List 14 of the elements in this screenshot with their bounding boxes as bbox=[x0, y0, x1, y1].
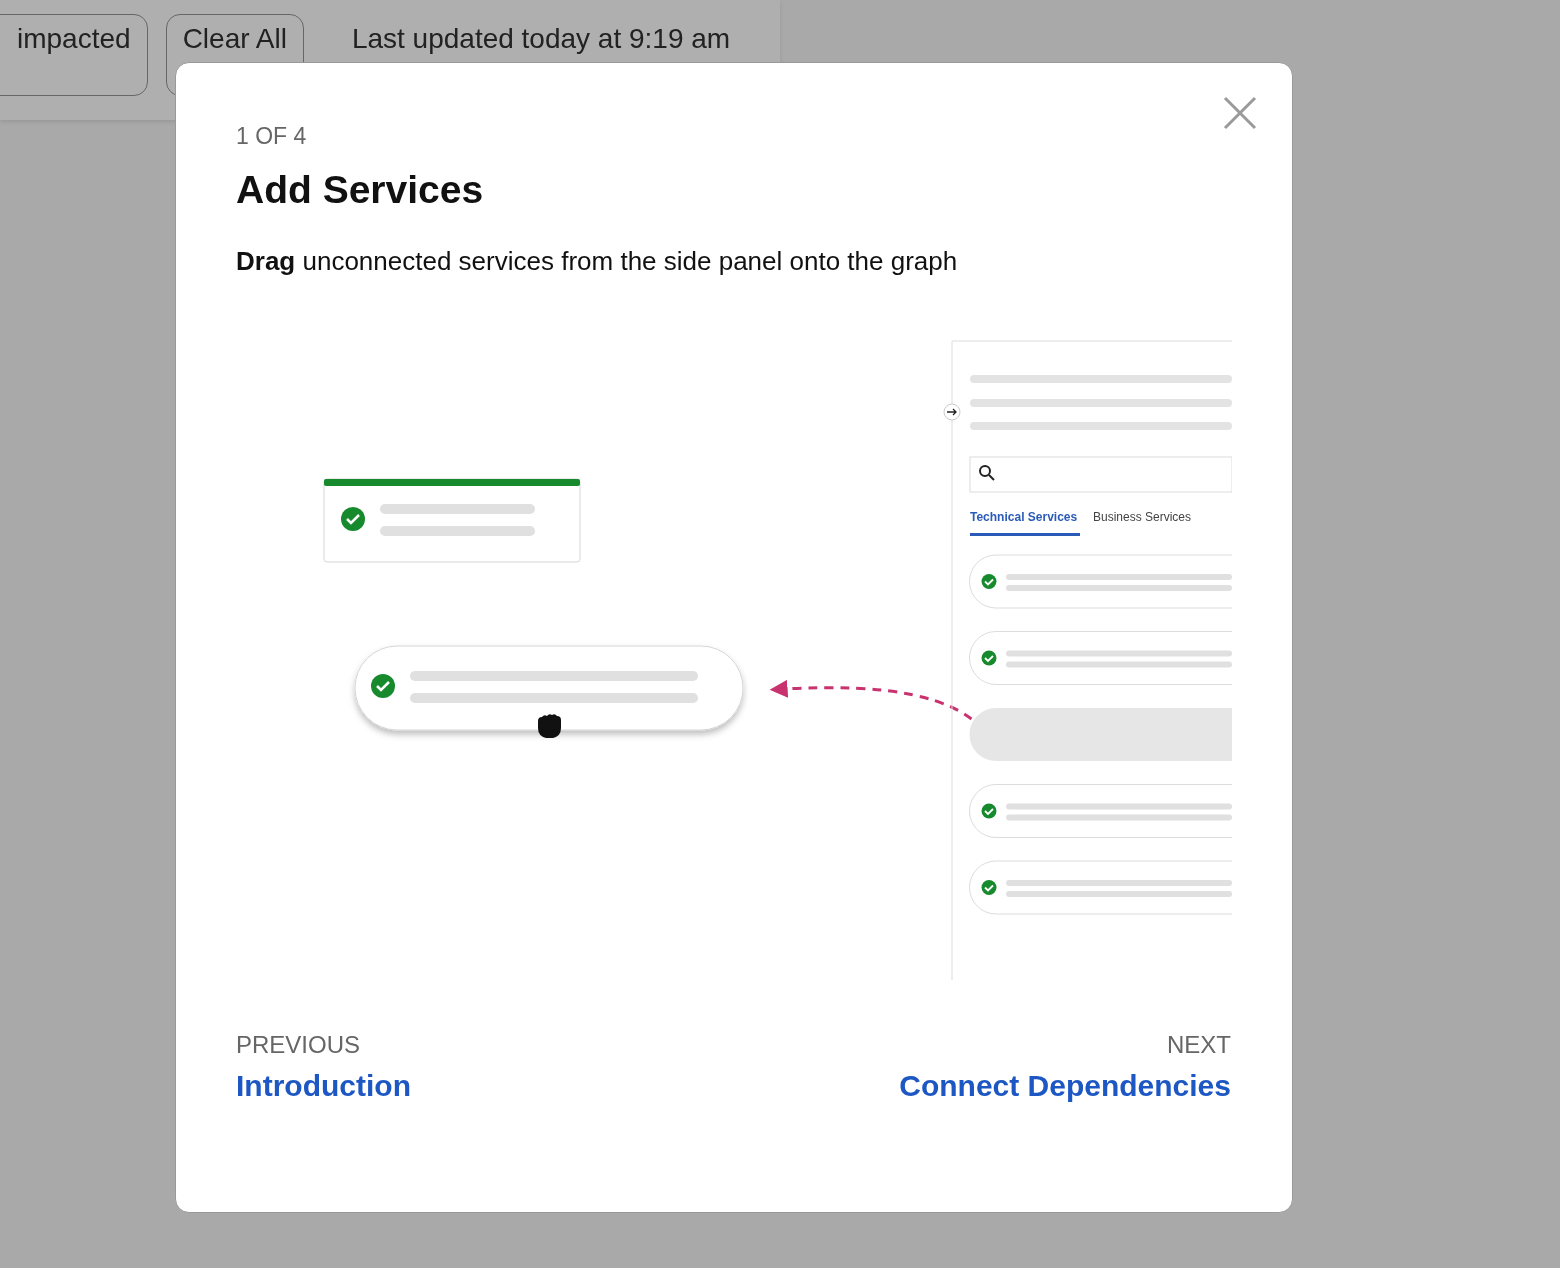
previous-label: PREVIOUS bbox=[236, 1031, 362, 1059]
next-label: NEXT bbox=[1166, 1031, 1231, 1059]
modal-title: Add Services bbox=[236, 168, 485, 212]
hand-cursor-icon bbox=[538, 714, 561, 738]
panel-tab[interactable]: Technical Services bbox=[970, 510, 1078, 524]
close-icon[interactable] bbox=[1223, 96, 1257, 130]
panel-tab[interactable]: Business Services bbox=[1093, 510, 1192, 524]
description: Drag unconnected services from the side panel onto the graph bbox=[236, 246, 959, 277]
toolbar-button[interactable]: impacted bbox=[0, 14, 148, 96]
search-icon bbox=[979, 465, 995, 481]
step-counter: 1 OF 4 bbox=[236, 123, 308, 150]
next-link[interactable]: Connect Dependencies bbox=[899, 1069, 1231, 1103]
last-updated: Last updated today at 9:19 am bbox=[351, 23, 731, 55]
previous-link[interactable]: Introduction bbox=[236, 1069, 411, 1103]
